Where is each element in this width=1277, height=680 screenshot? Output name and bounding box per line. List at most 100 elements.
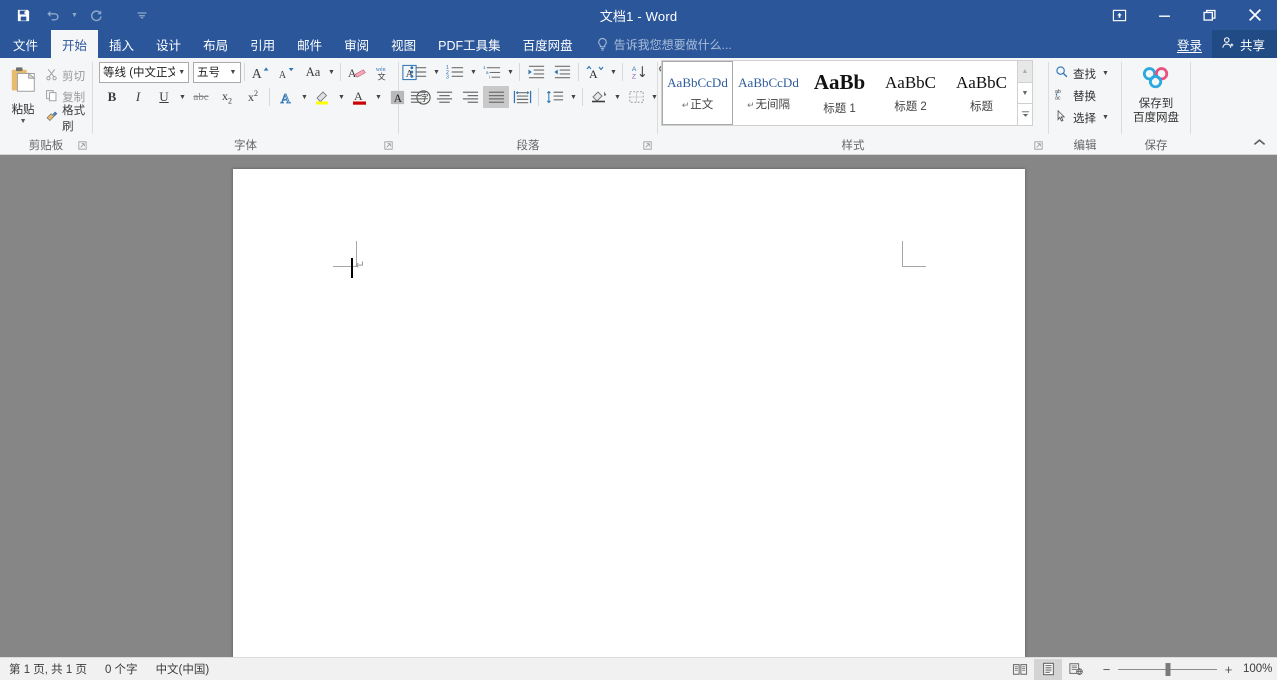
collapse-ribbon-button[interactable] xyxy=(1248,132,1270,152)
tab-pdf-toolkit[interactable]: PDF工具集 xyxy=(427,30,512,58)
close-icon[interactable] xyxy=(1232,0,1277,30)
align-left-button[interactable] xyxy=(405,86,431,108)
phonetic-guide-button[interactable]: wén文 xyxy=(370,61,396,83)
zoom-level-label[interactable]: 100% xyxy=(1243,663,1277,675)
east-asian-layout-button[interactable]: A xyxy=(582,61,608,83)
paragraph-dialog-launcher-icon[interactable] xyxy=(642,140,653,151)
grow-font-button[interactable]: A xyxy=(248,61,274,83)
text-effects-button[interactable]: A xyxy=(273,86,299,108)
minimize-icon[interactable] xyxy=(1142,0,1187,30)
font-color-button[interactable]: A xyxy=(347,86,373,108)
bold-button[interactable]: B xyxy=(99,86,125,108)
chevron-down-icon[interactable]: ▼ xyxy=(226,69,240,76)
style-tile-normal[interactable]: AaBbCcDd ↵正文 xyxy=(662,61,733,125)
align-center-button[interactable] xyxy=(431,86,457,108)
tab-mailings[interactable]: 邮件 xyxy=(286,30,333,58)
clear-formatting-button[interactable]: A xyxy=(344,61,370,83)
font-size-combo[interactable]: 五号 ▼ xyxy=(193,62,241,83)
borders-button[interactable] xyxy=(623,86,649,108)
strikethrough-button[interactable]: abc xyxy=(188,86,214,108)
bullets-dropdown-icon[interactable]: ▼ xyxy=(431,69,442,76)
tab-view[interactable]: 视图 xyxy=(380,30,427,58)
sign-in-link[interactable]: 登录 xyxy=(1167,35,1212,54)
style-tile-heading-1[interactable]: AaBb 标题 1 xyxy=(804,61,875,125)
tab-review[interactable]: 审阅 xyxy=(333,30,380,58)
font-name-combo[interactable]: 等线 (中文正文) ▼ xyxy=(99,62,189,83)
document-page[interactable]: ↵ xyxy=(233,169,1025,657)
east-asian-dropdown-icon[interactable]: ▼ xyxy=(608,69,619,76)
superscript-button[interactable]: x2 xyxy=(240,86,266,108)
save-icon[interactable] xyxy=(8,2,38,28)
tab-file[interactable]: 文件 xyxy=(0,30,51,58)
decrease-indent-button[interactable] xyxy=(523,61,549,83)
align-right-button[interactable] xyxy=(457,86,483,108)
read-mode-button[interactable] xyxy=(1006,659,1034,680)
select-button[interactable]: 选择 ▼ xyxy=(1055,107,1111,128)
paste-button[interactable]: 粘贴 ▼ xyxy=(4,62,42,125)
document-canvas[interactable]: ↵ xyxy=(0,155,1277,657)
shading-dropdown-icon[interactable]: ▼ xyxy=(612,94,623,101)
tell-me-box[interactable]: 告诉我您想要做什么... xyxy=(596,30,732,58)
highlight-dropdown-icon[interactable]: ▼ xyxy=(336,94,347,101)
change-case-button[interactable]: Aa xyxy=(300,61,326,83)
customize-qat-icon[interactable] xyxy=(127,2,157,28)
multilevel-dropdown-icon[interactable]: ▼ xyxy=(505,69,516,76)
tab-design[interactable]: 设计 xyxy=(145,30,192,58)
distribute-button[interactable] xyxy=(509,86,535,108)
shrink-font-button[interactable]: A xyxy=(274,61,300,83)
replace-button[interactable]: abac 替换 xyxy=(1055,85,1096,106)
tab-layout[interactable]: 布局 xyxy=(192,30,239,58)
zoom-out-button[interactable]: − xyxy=(1102,662,1111,677)
line-spacing-button[interactable] xyxy=(542,86,568,108)
tab-insert[interactable]: 插入 xyxy=(98,30,145,58)
share-button[interactable]: 共享 xyxy=(1212,30,1277,58)
save-to-baidu-button[interactable]: 保存到 百度网盘 xyxy=(1124,64,1188,125)
multilevel-list-button[interactable]: 1ai xyxy=(479,61,505,83)
subscript-button[interactable]: x2 xyxy=(214,86,240,108)
tab-references[interactable]: 引用 xyxy=(239,30,286,58)
underline-dropdown-icon[interactable]: ▼ xyxy=(177,94,188,101)
italic-button[interactable]: I xyxy=(125,86,151,108)
zoom-slider[interactable] xyxy=(1118,669,1217,670)
numbering-button[interactable]: 123 xyxy=(442,61,468,83)
sort-button[interactable]: AZ xyxy=(626,61,652,83)
justify-button[interactable] xyxy=(483,86,509,108)
restore-icon[interactable] xyxy=(1187,0,1232,30)
print-layout-button[interactable] xyxy=(1034,659,1062,680)
undo-icon[interactable] xyxy=(38,2,68,28)
bullets-button[interactable] xyxy=(405,61,431,83)
styles-dialog-launcher-icon[interactable] xyxy=(1033,140,1044,151)
styles-scroll-down-button[interactable]: ▼ xyxy=(1018,83,1032,105)
font-color-dropdown-icon[interactable]: ▼ xyxy=(373,94,384,101)
font-dialog-launcher-icon[interactable] xyxy=(383,140,394,151)
undo-dropdown-icon[interactable]: ▼ xyxy=(68,2,81,28)
paste-dropdown-icon[interactable]: ▼ xyxy=(20,118,27,125)
redo-icon[interactable] xyxy=(81,2,111,28)
numbering-dropdown-icon[interactable]: ▼ xyxy=(468,69,479,76)
underline-button[interactable]: U xyxy=(151,86,177,108)
tab-baidu-netdisk[interactable]: 百度网盘 xyxy=(512,30,584,58)
page-indicator[interactable]: 第 1 页, 共 1 页 xyxy=(0,661,96,677)
tab-home[interactable]: 开始 xyxy=(51,30,98,58)
cut-button[interactable]: 剪切 xyxy=(42,66,92,85)
web-layout-button[interactable] xyxy=(1062,659,1090,680)
style-tile-no-spacing[interactable]: AaBbCcDd ↵无间隔 xyxy=(733,61,804,125)
styles-more-button[interactable] xyxy=(1018,104,1032,125)
select-dropdown-icon[interactable]: ▼ xyxy=(1100,114,1111,121)
text-highlight-button[interactable] xyxy=(310,86,336,108)
style-tile-heading-2[interactable]: AaBbC 标题 2 xyxy=(875,61,946,125)
zoom-slider-thumb[interactable] xyxy=(1165,663,1170,676)
chevron-down-icon[interactable]: ▼ xyxy=(175,69,188,76)
styles-scroll-up-button[interactable]: ▲ xyxy=(1018,61,1032,83)
find-dropdown-icon[interactable]: ▼ xyxy=(1100,70,1111,77)
style-tile-title[interactable]: AaBbC 标题 xyxy=(946,61,1017,125)
text-effects-dropdown-icon[interactable]: ▼ xyxy=(299,94,310,101)
find-button[interactable]: 查找 ▼ xyxy=(1055,63,1111,84)
shading-button[interactable] xyxy=(586,86,612,108)
clipboard-dialog-launcher-icon[interactable] xyxy=(77,140,88,151)
increase-indent-button[interactable] xyxy=(549,61,575,83)
zoom-in-button[interactable]: + xyxy=(1224,662,1233,677)
word-count[interactable]: 0 个字 xyxy=(96,661,147,677)
line-spacing-dropdown-icon[interactable]: ▼ xyxy=(568,94,579,101)
change-case-dropdown-icon[interactable]: ▼ xyxy=(326,69,337,76)
